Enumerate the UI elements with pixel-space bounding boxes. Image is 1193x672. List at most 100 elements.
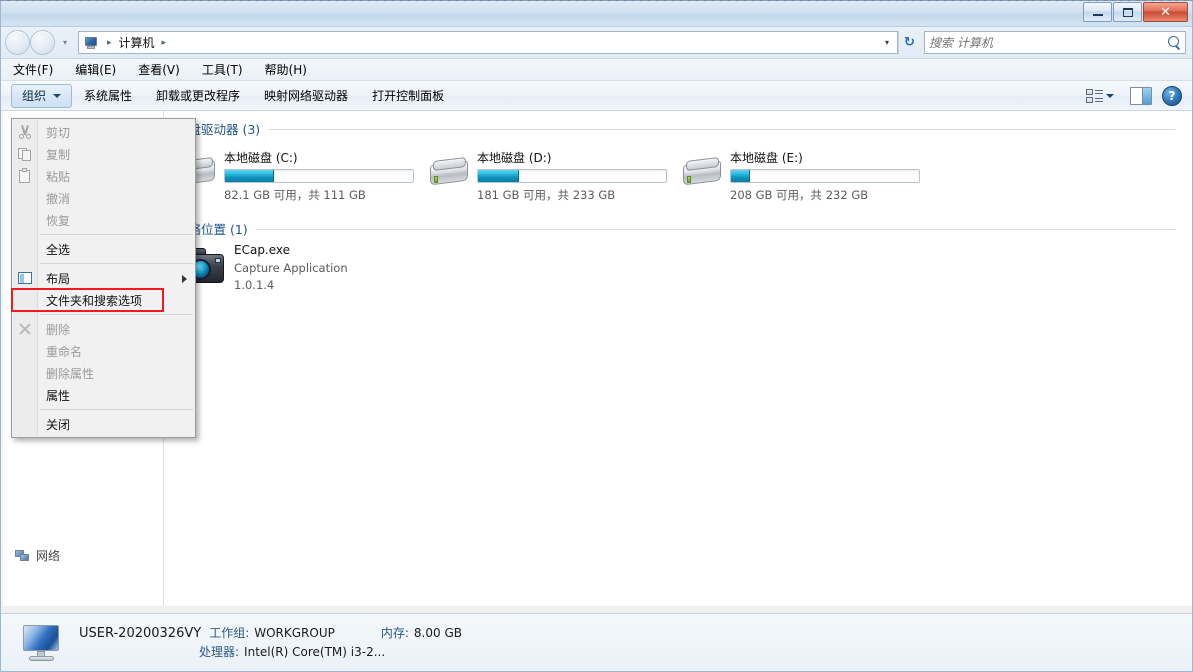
drive-name: 本地磁盘 (C:) (224, 151, 298, 165)
drive-usage-bar (224, 169, 414, 183)
drive-item-c[interactable]: 本地磁盘 (C:) 82.1 GB 可用，共 111 GB (168, 143, 421, 203)
refresh-button[interactable]: ↻ (898, 31, 920, 54)
drive-item-e[interactable]: 本地磁盘 (E:) 208 GB 可用，共 232 GB (674, 143, 927, 203)
title-bar: ✕ (1, 1, 1192, 27)
maximize-icon (1122, 7, 1133, 17)
processor-value: Intel(R) Core(TM) i3-2... (244, 644, 386, 659)
drive-usage-fill (731, 170, 750, 182)
menu-item-粘贴: 粘贴 (12, 165, 195, 187)
menu-item-恢复: 恢复 (12, 209, 195, 231)
memory-label: 内存: (380, 625, 409, 640)
drive-item-d[interactable]: 本地磁盘 (D:) 181 GB 可用，共 233 GB (421, 143, 674, 203)
drive-usage-fill (478, 170, 520, 182)
drive-free-space: 208 GB 可用，共 232 GB (730, 188, 869, 202)
menu-item-label: 布局 (46, 271, 71, 286)
copy-icon (17, 146, 33, 162)
preview-pane-icon[interactable] (1130, 86, 1152, 105)
computer-icon (83, 36, 99, 50)
menu-item-label: 复制 (46, 147, 71, 162)
map-network-drive-button[interactable]: 映射网络驱动器 (252, 87, 360, 104)
back-button[interactable] (5, 30, 30, 55)
nav-tree-item-network[interactable]: 网络 (15, 547, 60, 564)
menu-item-label: 粘贴 (46, 169, 71, 184)
breadcrumb-separator-2[interactable]: ▸ (157, 38, 172, 48)
menu-item-重命名: 重命名 (12, 340, 195, 362)
minimize-button[interactable] (1083, 2, 1112, 22)
search-icon (1167, 35, 1181, 50)
organize-label: 组织 (22, 89, 47, 103)
help-button[interactable]: ? (1162, 85, 1182, 106)
recent-pages-dropdown[interactable]: ▾ (58, 38, 72, 47)
details-row-2: 处理器: Intel(R) Core(TM) i3-2... (79, 643, 462, 662)
minimize-icon (1092, 14, 1103, 16)
menu-edit[interactable]: 编辑(E) (75, 61, 116, 78)
layout-icon (17, 270, 33, 286)
breadcrumb-computer[interactable]: 计算机 (117, 34, 157, 51)
menu-tools[interactable]: 工具(T) (202, 61, 243, 78)
menu-item-删除属性: 删除属性 (12, 362, 195, 384)
drive-free-space: 82.1 GB 可用，共 111 GB (224, 188, 366, 202)
menu-item-全选[interactable]: 全选 (12, 238, 195, 260)
details-text: USER-20200326VY 工作组: WORKGROUP 内存: 8.00 … (79, 624, 462, 662)
organize-dropdown-menu[interactable]: 剪切复制粘贴撤消恢复全选布局文件夹和搜索选项 删除重命名删除属性属性关闭 (11, 118, 196, 438)
maximize-button[interactable] (1113, 2, 1142, 22)
hard-drive-icon (427, 156, 471, 193)
address-input[interactable]: ▸ 计算机 ▸ ▾ (78, 31, 898, 54)
window-controls: ✕ (1083, 2, 1188, 22)
menu-separator (40, 263, 193, 264)
menu-item-撤消: 撤消 (12, 187, 195, 209)
close-button[interactable]: ✕ (1143, 2, 1188, 22)
menu-item-文件夹和搜索选项[interactable]: 文件夹和搜索选项 (11, 288, 195, 312)
navigation-buttons: ▾ (5, 30, 72, 55)
menu-item-label: 重命名 (46, 344, 83, 359)
menu-item-label: 删除属性 (46, 366, 95, 381)
explorer-window: ✕ ▾ ▸ 计算机 ▸ ▾ ↻ 文件(F) 编辑(E) 查看(V) 工具(T) … (0, 1, 1193, 672)
details-pane: USER-20200326VY 工作组: WORKGROUP 内存: 8.00 … (1, 613, 1192, 671)
computer-monitor-icon (19, 623, 65, 663)
network-item-description: Capture Application (234, 261, 348, 275)
drive-usage-fill (225, 170, 274, 182)
file-list-pane[interactable]: 硬盘驱动器 (3) 本地磁盘 (C:) 82.1 GB 可用，共 111 GB (164, 111, 1192, 606)
computer-name: USER-20200326VY (79, 625, 202, 641)
change-view-icon[interactable] (1086, 88, 1104, 104)
menu-separator (40, 409, 193, 410)
organize-button[interactable]: 组织 (11, 83, 73, 108)
menu-file[interactable]: 文件(F) (13, 61, 53, 78)
search-box[interactable] (924, 31, 1186, 54)
drive-name: 本地磁盘 (D:) (477, 151, 552, 165)
menu-item-关闭[interactable]: 关闭 (12, 413, 195, 435)
open-control-panel-button[interactable]: 打开控制面板 (360, 87, 456, 104)
command-bar: 组织 系统属性 卸载或更改程序 映射网络驱动器 打开控制面板 ? (1, 81, 1192, 111)
details-row-1: USER-20200326VY 工作组: WORKGROUP 内存: 8.00 … (79, 624, 462, 643)
menu-item-复制: 复制 (12, 143, 195, 165)
system-properties-button[interactable]: 系统属性 (72, 87, 144, 104)
group-header-hard-drives[interactable]: 硬盘驱动器 (3) (164, 111, 1192, 137)
menu-item-删除: 删除 (12, 318, 195, 340)
menu-item-label: 撤消 (46, 191, 71, 206)
workgroup-label: 工作组: (209, 625, 250, 640)
menu-item-label: 全选 (46, 242, 71, 257)
menu-item-label: 属性 (46, 388, 71, 403)
memory-value: 8.00 GB (413, 625, 462, 640)
menu-item-属性[interactable]: 属性 (12, 384, 195, 406)
breadcrumb-separator[interactable]: ▸ (102, 38, 117, 48)
menu-view[interactable]: 查看(V) (138, 61, 180, 78)
menu-item-label: 关闭 (46, 417, 71, 432)
processor-label: 处理器: (199, 644, 240, 659)
drive-name: 本地磁盘 (E:) (730, 151, 803, 165)
uninstall-change-program-button[interactable]: 卸载或更改程序 (144, 87, 252, 104)
menu-item-label: 剪切 (46, 125, 71, 140)
menu-item-布局[interactable]: 布局 (12, 267, 195, 289)
network-item-ecap[interactable]: ECap.exe Capture Application 1.0.1.4 (164, 237, 1192, 292)
paste-icon (17, 168, 33, 184)
forward-button[interactable] (30, 30, 55, 55)
group-divider (255, 228, 1176, 230)
chevron-right-icon (182, 275, 187, 283)
menu-item-label: 恢复 (46, 213, 71, 228)
view-chevron-down-icon[interactable] (1106, 93, 1114, 98)
menu-separator (40, 234, 193, 235)
search-input[interactable] (929, 35, 1167, 50)
address-dropdown-icon[interactable]: ▾ (879, 38, 895, 47)
group-header-network-locations[interactable]: 网络位置 (1) (164, 211, 1192, 237)
menu-help[interactable]: 帮助(H) (265, 61, 307, 78)
